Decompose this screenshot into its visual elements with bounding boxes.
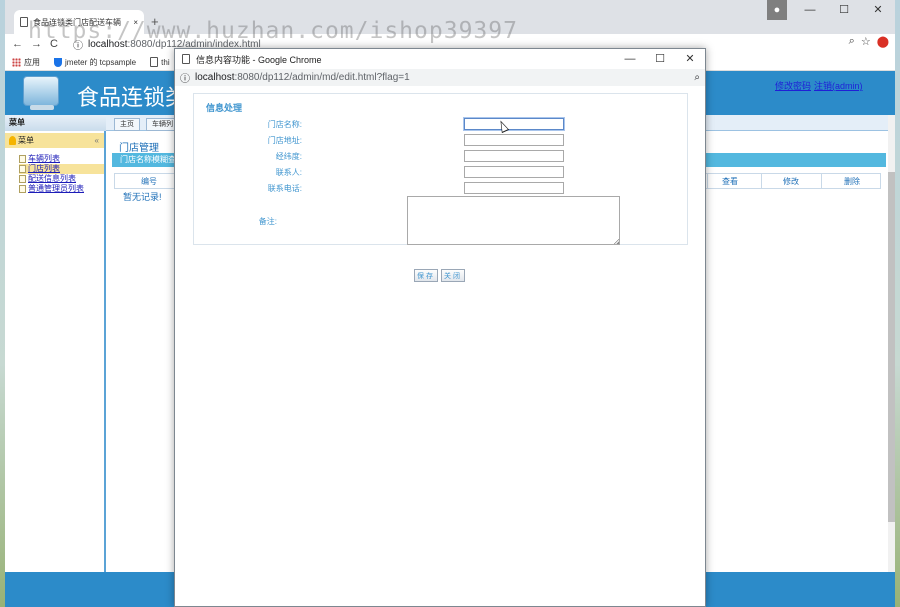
remark-textarea[interactable] bbox=[407, 196, 620, 245]
popup-window-controls: — ☐ ✕ bbox=[615, 49, 705, 69]
document-icon bbox=[150, 57, 159, 67]
logout-link[interactable]: 注销(admin) bbox=[814, 79, 863, 92]
new-tab-icon[interactable]: + bbox=[151, 14, 159, 29]
page-icon bbox=[19, 175, 26, 183]
apps-grid-icon bbox=[12, 57, 21, 67]
zoom-icon[interactable]: ⌕ bbox=[694, 72, 700, 83]
menu-group-header[interactable]: 菜单 « bbox=[5, 133, 104, 148]
extension-icon[interactable]: ⬤ bbox=[877, 35, 889, 48]
close-window-icon[interactable]: ✕ bbox=[675, 49, 705, 69]
column-divider bbox=[707, 174, 708, 188]
contact-phone-label: 联系电话: bbox=[267, 184, 302, 193]
column-header-edit: 修改 bbox=[783, 177, 799, 186]
remark-field-wrap bbox=[407, 196, 620, 245]
info-icon[interactable]: ⓘ bbox=[73, 37, 83, 52]
popup-address-bar[interactable]: ⓘ localhost:8080/dp112/admin/md/edit.htm… bbox=[175, 69, 705, 86]
monitor-logo-icon bbox=[23, 76, 59, 110]
coordinates-input[interactable] bbox=[464, 150, 564, 162]
toolbar-actions: ⌕ ☆ ⬤ bbox=[849, 35, 889, 48]
close-tab-icon[interactable]: × bbox=[133, 18, 138, 27]
form-title: 信息处理 bbox=[206, 103, 243, 113]
info-icon[interactable]: ⓘ bbox=[180, 70, 190, 85]
page-icon bbox=[19, 165, 26, 173]
tab-home[interactable]: 主页 bbox=[114, 118, 140, 131]
remark-label: 备注: bbox=[258, 217, 277, 226]
collapse-icon[interactable]: « bbox=[95, 133, 99, 148]
header-links: 修改密码 注销(admin) bbox=[775, 79, 863, 92]
shield-icon bbox=[54, 57, 62, 67]
menu-item-stores[interactable]: 门店列表 bbox=[19, 164, 104, 174]
empty-message: 暂无记录! bbox=[123, 192, 162, 202]
maximize-icon[interactable]: ☐ bbox=[645, 49, 675, 69]
page-icon bbox=[19, 155, 26, 163]
app-title: 食品连锁类 bbox=[77, 85, 188, 110]
user-profile-icon[interactable]: ● bbox=[767, 0, 787, 20]
minimize-icon[interactable]: — bbox=[793, 0, 827, 20]
contact-person-input[interactable] bbox=[464, 166, 564, 178]
window-controls: ● — ☐ ✕ bbox=[767, 0, 895, 20]
reload-icon[interactable]: C bbox=[50, 38, 58, 50]
coordinates-label: 经纬度: bbox=[275, 152, 302, 161]
document-icon bbox=[20, 17, 28, 27]
menu-items: 车辆列表 门店列表 配送信息列表 普通管理员列表 bbox=[19, 154, 104, 194]
bookmark-third[interactable]: thi bbox=[150, 57, 170, 67]
bookmark-jmeter[interactable]: jmeter 的 tcpsample bbox=[54, 57, 136, 68]
forward-icon[interactable]: → bbox=[31, 38, 42, 50]
store-address-label: 门店地址: bbox=[267, 136, 302, 145]
contact-phone-input[interactable] bbox=[464, 182, 564, 194]
page-icon bbox=[19, 185, 26, 193]
store-name-input[interactable] bbox=[464, 118, 564, 130]
bulb-icon bbox=[9, 136, 16, 145]
change-password-link[interactable]: 修改密码 bbox=[775, 79, 811, 92]
column-header-delete: 删除 bbox=[844, 177, 860, 186]
column-divider bbox=[821, 174, 822, 188]
document-icon bbox=[182, 54, 190, 64]
page-scrollbar[interactable] bbox=[888, 115, 895, 572]
minimize-icon[interactable]: — bbox=[615, 49, 645, 69]
column-header-view: 查看 bbox=[722, 177, 738, 186]
bookmark-apps[interactable]: 应用 bbox=[12, 57, 40, 68]
section-title: 门店管理 bbox=[119, 143, 159, 154]
maximize-icon[interactable]: ☐ bbox=[827, 0, 861, 20]
menu-item-delivery[interactable]: 配送信息列表 bbox=[19, 174, 104, 184]
store-address-input[interactable] bbox=[464, 134, 564, 146]
contact-person-label: 联系人: bbox=[275, 168, 302, 177]
scrollbar-thumb[interactable] bbox=[888, 172, 895, 522]
info-form: 信息处理 门店名称: 门店地址: 经纬度: 联系人: 联系电话: 备注: bbox=[193, 93, 688, 245]
close-button[interactable]: 关闭 bbox=[441, 269, 465, 282]
popup-url: localhost:8080/dp112/admin/md/edit.html?… bbox=[195, 72, 410, 83]
menu-item-vehicles[interactable]: 车辆列表 bbox=[19, 154, 104, 164]
popup-title: 信息内容功能 - Google Chrome bbox=[196, 54, 322, 65]
nav-buttons: ← → C bbox=[5, 38, 67, 50]
menu-title: 菜单 bbox=[5, 115, 106, 131]
column-divider bbox=[761, 174, 762, 188]
store-name-label: 门店名称: bbox=[267, 120, 302, 129]
resize-handle-icon[interactable] bbox=[614, 239, 619, 244]
back-icon[interactable]: ← bbox=[12, 38, 23, 50]
zoom-icon[interactable]: ⌕ bbox=[849, 35, 855, 48]
search-label: 门店名称模糊查 bbox=[120, 155, 176, 164]
save-button[interactable]: 保存 bbox=[414, 269, 438, 282]
left-menu: 菜单 菜单 « 车辆列表 门店列表 配送信息列表 普通管理员列表 bbox=[5, 115, 106, 572]
popup-window: 信息内容功能 - Google Chrome — ☐ ✕ ⓘ localhost… bbox=[174, 48, 706, 607]
browser-tab[interactable]: 食品连锁类门店配送车辆 × bbox=[14, 10, 144, 34]
tab-title: 食品连锁类门店配送车辆 bbox=[33, 17, 121, 27]
browser-tab-strip: 食品连锁类门店配送车辆 × + ● — ☐ ✕ bbox=[5, 0, 895, 34]
menu-item-admins[interactable]: 普通管理员列表 bbox=[19, 184, 104, 194]
bookmark-star-icon[interactable]: ☆ bbox=[861, 35, 871, 48]
close-window-icon[interactable]: ✕ bbox=[861, 0, 895, 20]
column-header-id: 编号 bbox=[141, 177, 157, 186]
